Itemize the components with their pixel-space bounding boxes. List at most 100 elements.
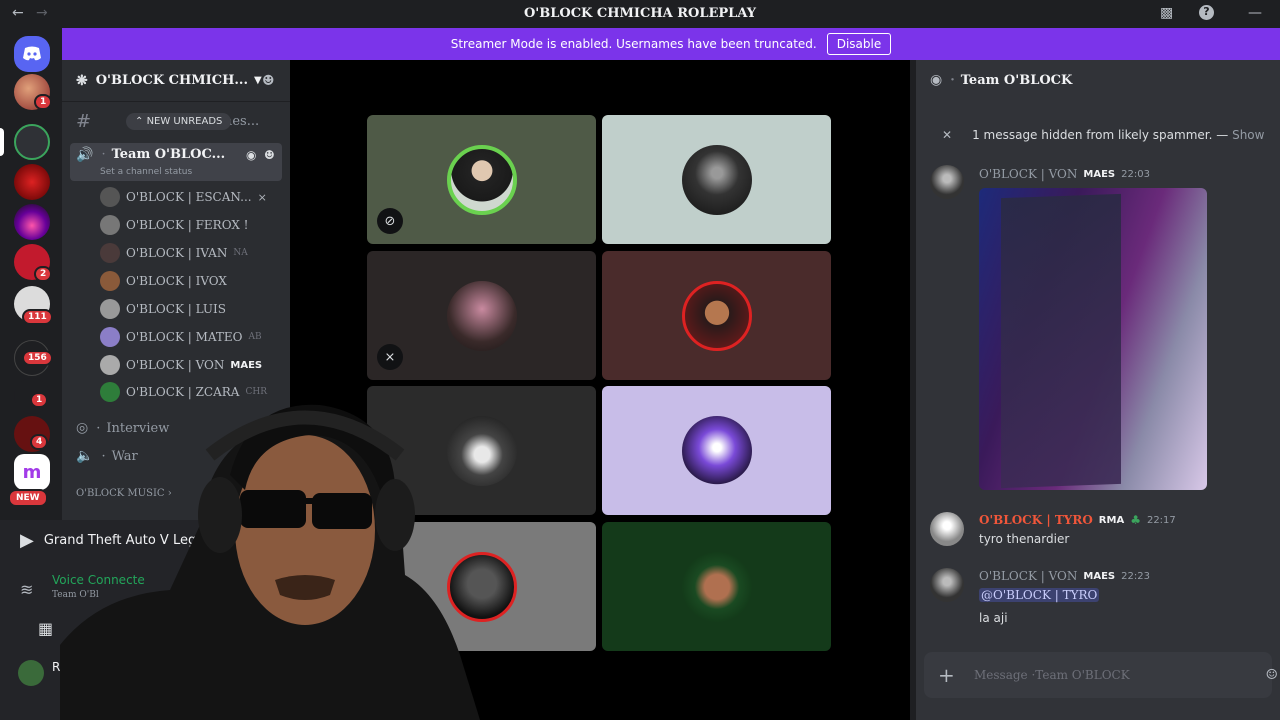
voice-tile[interactable] bbox=[602, 251, 831, 380]
user-avatar[interactable] bbox=[18, 660, 44, 686]
member-name: O'BLOCK | FEROX ! bbox=[126, 218, 249, 232]
speaker-icon: 🔊 bbox=[76, 147, 94, 163]
server-icon-4[interactable] bbox=[14, 204, 50, 240]
message-text: tyro thenardier bbox=[979, 532, 1070, 546]
show-link[interactable]: Show bbox=[1232, 128, 1264, 142]
message-input[interactable]: + Message ·Team O'BLOCK ☺ bbox=[924, 652, 1278, 698]
avatar[interactable] bbox=[930, 568, 964, 602]
voice-member[interactable]: O'BLOCK | FEROX ! bbox=[100, 214, 249, 236]
role-tag: MAES bbox=[1083, 168, 1116, 180]
emoji-icon[interactable]: ☺ bbox=[1265, 667, 1278, 683]
server-name: O'BLOCK CHMICH... bbox=[95, 73, 248, 88]
voice-signal-icon: ≋ bbox=[20, 580, 34, 599]
avatar bbox=[682, 281, 752, 351]
clover-icon: ♣ bbox=[1130, 513, 1141, 527]
message-time: 22:23 bbox=[1121, 570, 1150, 582]
user-mention[interactable]: @O'BLOCK | TYRO bbox=[979, 588, 1100, 602]
message-author[interactable]: O'BLOCK | VON bbox=[979, 167, 1077, 181]
voice-member[interactable]: O'BLOCK | IVAN NA bbox=[100, 242, 248, 264]
chat-channel-name: Team O'BLOCK bbox=[960, 72, 1073, 88]
server-icon-active[interactable] bbox=[14, 124, 50, 160]
streamer-webcam-overlay bbox=[60, 404, 480, 720]
inbox-icon[interactable]: ▩ bbox=[1160, 5, 1173, 21]
voice-member[interactable]: O'BLOCK | IVOX bbox=[100, 270, 227, 292]
avatar bbox=[100, 355, 120, 375]
message-author[interactable]: O'BLOCK | TYRO bbox=[979, 513, 1093, 527]
minimize-icon[interactable]: — bbox=[1248, 5, 1262, 21]
message-image-attachment[interactable] bbox=[979, 188, 1207, 490]
server-icon-3[interactable] bbox=[14, 164, 50, 200]
chat-header: ◉ · Team O'BLOCK bbox=[916, 60, 1280, 100]
voice-member[interactable]: O'BLOCK | MATEO AB bbox=[100, 326, 262, 348]
server-header[interactable]: ❋ O'BLOCK CHMICH... ▼ ☻ bbox=[62, 60, 290, 102]
new-badge: NEW bbox=[8, 489, 48, 507]
avatar bbox=[100, 187, 120, 207]
badge: 156 bbox=[22, 350, 53, 366]
member-name: O'BLOCK | VON bbox=[126, 358, 225, 372]
muted-icon: ⨯ bbox=[377, 344, 403, 370]
hidden-message-notice: ✕ 1 message hidden from likely spammer. … bbox=[942, 128, 1264, 142]
channel-name: Team O'BLOC... bbox=[111, 147, 226, 162]
avatar bbox=[682, 145, 752, 215]
member-tag: MAES bbox=[230, 359, 263, 371]
game-icon: ▶ bbox=[20, 530, 34, 551]
invite-icon[interactable]: ☻ bbox=[264, 148, 275, 162]
voice-tile[interactable] bbox=[602, 115, 831, 244]
voice-tile[interactable]: ⊘ bbox=[367, 115, 596, 244]
avatar bbox=[447, 145, 517, 215]
add-attachment-icon[interactable]: + bbox=[938, 663, 955, 687]
role-tag: RMA bbox=[1098, 514, 1125, 526]
chevron-down-icon: ▼ bbox=[253, 75, 262, 86]
voice-tile[interactable] bbox=[602, 522, 831, 651]
avatar bbox=[682, 552, 752, 622]
avatar bbox=[100, 299, 120, 319]
member-name: O'BLOCK | LUIS bbox=[126, 302, 226, 316]
role-tag: MAES bbox=[1083, 570, 1116, 582]
message-time: 22:03 bbox=[1121, 168, 1150, 180]
voice-member[interactable]: O'BLOCK | VON MAES bbox=[100, 354, 262, 376]
text-channel-partial[interactable]: # ⌃ NEW UNREADS mes... bbox=[70, 109, 282, 133]
voice-tile[interactable]: ⨯ bbox=[367, 251, 596, 380]
avatar bbox=[100, 271, 120, 291]
camera-off-icon[interactable]: ▦ bbox=[38, 619, 53, 638]
badge: 2 bbox=[34, 266, 53, 282]
title-bar: ← → O'BLOCK CHMICHA ROLEPLAY ▩ ? — bbox=[0, 0, 1280, 28]
new-unreads-pill[interactable]: ⌃ NEW UNREADS bbox=[126, 112, 232, 130]
member-name: O'BLOCK | IVOX bbox=[126, 274, 227, 288]
channel-prefix-icon: · bbox=[950, 72, 955, 88]
hash-icon: # bbox=[76, 110, 92, 132]
badge: 4 bbox=[30, 434, 49, 450]
channel-prefix-icon: · bbox=[101, 147, 106, 162]
window-title: O'BLOCK CHMICHA ROLEPLAY bbox=[523, 6, 757, 21]
voice-channel-active[interactable]: 🔊 · Team O'BLOC... ◉ ☻ Set a channel sta… bbox=[70, 143, 282, 181]
banner-text: Streamer Mode is enabled. Usernames have… bbox=[450, 37, 817, 51]
avatar[interactable] bbox=[930, 512, 964, 546]
voice-member[interactable]: O'BLOCK | LUIS bbox=[100, 298, 226, 320]
disable-button[interactable]: Disable bbox=[826, 33, 892, 55]
add-user-icon[interactable]: ☻ bbox=[262, 73, 275, 89]
member-name: O'BLOCK | ESCAN... bbox=[126, 190, 252, 204]
close-icon[interactable]: ✕ bbox=[942, 128, 952, 142]
chat-bubble-icon: ◉ bbox=[930, 72, 943, 88]
discord-home-icon[interactable] bbox=[14, 36, 50, 72]
help-icon[interactable]: ? bbox=[1199, 5, 1214, 20]
voice-member[interactable]: O'BLOCK | ESCAN... ⨯ bbox=[100, 186, 267, 208]
message-text: la aji bbox=[979, 611, 1008, 625]
active-pip bbox=[0, 128, 4, 156]
chat-bubble-icon[interactable]: ◉ bbox=[246, 148, 256, 162]
hidden-notice-text: 1 message hidden from likely spammer. — bbox=[972, 128, 1229, 142]
avatar bbox=[100, 243, 120, 263]
server-icon-new[interactable]: m bbox=[14, 454, 50, 490]
voice-text-chat: ◉ · Team O'BLOCK ✕ 1 message hidden from… bbox=[916, 60, 1280, 720]
member-name: O'BLOCK | IVAN bbox=[126, 246, 228, 260]
avatar bbox=[447, 281, 517, 351]
message-header: O'BLOCK | VON MAES 22:03 bbox=[979, 167, 1150, 181]
streamer-mode-banner: Streamer Mode is enabled. Usernames have… bbox=[62, 28, 1280, 60]
badge: 111 bbox=[22, 309, 53, 325]
muted-icon: ⨯ bbox=[257, 190, 267, 204]
voice-tile[interactable] bbox=[602, 386, 831, 515]
channel-status[interactable]: Set a channel status bbox=[100, 167, 192, 177]
avatar[interactable] bbox=[930, 165, 964, 199]
message-author[interactable]: O'BLOCK | VON bbox=[979, 569, 1077, 583]
member-custom-status: AB bbox=[248, 332, 262, 342]
